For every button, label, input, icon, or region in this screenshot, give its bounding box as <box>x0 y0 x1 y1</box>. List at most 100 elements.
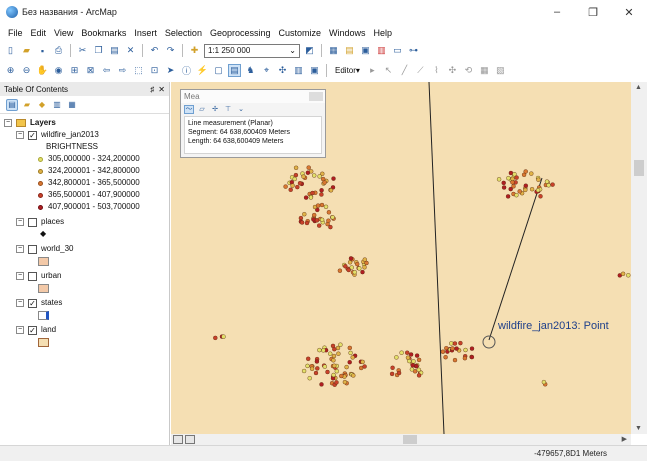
open-folder-icon[interactable]: ▰ <box>20 44 33 57</box>
layer-visibility-checkbox[interactable]: ✓ <box>28 130 37 140</box>
fire-point[interactable] <box>351 373 356 378</box>
fire-point[interactable] <box>213 335 218 341</box>
fire-point[interactable] <box>319 192 324 197</box>
fire-point[interactable] <box>304 220 310 226</box>
scroll-right-arrow-icon[interactable]: ▶ <box>622 435 627 443</box>
fire-point[interactable] <box>347 360 352 365</box>
fire-point[interactable] <box>546 183 551 188</box>
fire-point[interactable] <box>315 366 320 371</box>
fire-point[interactable] <box>319 217 325 223</box>
zoom-in-icon[interactable]: ⊕ <box>4 64 17 77</box>
fire-point[interactable] <box>311 217 316 222</box>
fire-point[interactable] <box>305 356 311 361</box>
attributes-icon[interactable]: ▦ <box>478 64 491 77</box>
fire-point[interactable] <box>529 186 535 192</box>
fire-point[interactable] <box>523 169 528 174</box>
fire-point[interactable] <box>462 356 468 361</box>
horizontal-scroll-thumb[interactable] <box>403 435 417 444</box>
fire-point[interactable] <box>334 369 340 374</box>
wildfire-points[interactable] <box>213 165 631 387</box>
fire-point[interactable] <box>348 350 353 356</box>
fire-point[interactable] <box>514 175 519 180</box>
fire-point[interactable] <box>458 340 463 346</box>
pin-icon[interactable]: ♯ <box>150 85 154 94</box>
scroll-down-arrow-icon[interactable]: ▼ <box>635 425 642 432</box>
fire-point[interactable] <box>414 363 419 369</box>
fire-point[interactable] <box>321 348 326 353</box>
fire-point[interactable] <box>306 165 311 170</box>
fire-point[interactable] <box>305 170 311 175</box>
fire-point[interactable] <box>360 359 365 365</box>
fire-point[interactable] <box>328 224 333 230</box>
fire-point[interactable] <box>396 370 402 376</box>
create-viewer-icon[interactable]: ▣ <box>308 64 321 77</box>
fire-point[interactable] <box>311 212 317 218</box>
fire-point[interactable] <box>463 347 468 353</box>
new-document-icon[interactable]: ▯ <box>4 44 17 57</box>
fire-point[interactable] <box>293 165 299 171</box>
layer-visibility-checkbox[interactable] <box>28 271 37 281</box>
fire-point[interactable] <box>541 379 547 385</box>
fire-point[interactable] <box>316 223 322 228</box>
python-window-icon[interactable]: ▭ <box>391 44 404 57</box>
fire-point[interactable] <box>290 183 295 188</box>
fire-point[interactable] <box>292 176 297 182</box>
fire-point[interactable] <box>334 380 339 385</box>
fire-point[interactable] <box>394 355 399 360</box>
fire-point[interactable] <box>357 266 362 271</box>
measure-area-icon[interactable]: ▱ <box>197 105 207 114</box>
fire-point[interactable] <box>338 342 343 347</box>
fire-point[interactable] <box>328 188 334 193</box>
data-view-icon[interactable] <box>173 435 183 444</box>
layer-wildfire[interactable]: − ✓ wildfire_jan2013 <box>4 129 165 141</box>
fire-point[interactable] <box>496 177 502 182</box>
paste-icon[interactable]: ▤ <box>108 44 121 57</box>
layer-urban[interactable]: − urban <box>4 270 165 282</box>
fire-point[interactable] <box>538 194 543 199</box>
fire-point[interactable] <box>505 194 511 199</box>
trace-icon[interactable]: ⌇ <box>430 64 443 77</box>
layer-world-30[interactable]: − world_30 <box>4 243 165 255</box>
choose-units-icon[interactable]: ⌄ <box>236 105 246 114</box>
list-by-drawing-order-icon[interactable]: ▤ <box>6 98 18 111</box>
collapse-icon[interactable]: − <box>16 245 24 253</box>
time-slider-icon[interactable]: ▥ <box>292 64 305 77</box>
fire-point[interactable] <box>303 195 309 200</box>
fire-point[interactable] <box>404 350 410 355</box>
fire-point[interactable] <box>302 211 307 217</box>
menu-bookmarks[interactable]: Bookmarks <box>77 28 130 38</box>
fire-point[interactable] <box>301 174 306 179</box>
collapse-icon[interactable]: − <box>4 119 12 127</box>
fire-point[interactable] <box>550 182 555 187</box>
measure-line-icon[interactable]: 〜 <box>184 104 194 114</box>
layer-visibility-checkbox[interactable]: ✓ <box>28 298 37 308</box>
fire-point[interactable] <box>307 376 312 381</box>
find-route-icon[interactable]: ⌖ <box>260 64 273 77</box>
fire-point[interactable] <box>362 265 367 270</box>
layer-states[interactable]: − ✓ states <box>4 297 165 309</box>
fire-point[interactable] <box>626 273 631 278</box>
editor-toolbar-icon[interactable]: ◩ <box>303 44 316 57</box>
class-row[interactable]: 365,500001 - 407,900000 <box>4 189 165 201</box>
collapse-icon[interactable]: − <box>16 131 24 139</box>
fire-point[interactable] <box>416 357 422 363</box>
fire-point[interactable] <box>411 359 416 364</box>
html-popup-icon[interactable]: ▢ <box>212 64 225 77</box>
arctoolbox-icon[interactable]: ▥ <box>375 44 388 57</box>
back-extent-icon[interactable]: ⇦ <box>100 64 113 77</box>
fire-point[interactable] <box>323 204 329 210</box>
fire-point[interactable] <box>529 171 534 176</box>
maximize-button[interactable]: ❐ <box>575 0 611 24</box>
fire-point[interactable] <box>283 184 288 189</box>
copy-icon[interactable]: ❐ <box>92 44 105 57</box>
editor-menu-button[interactable]: Editor▾ <box>332 66 363 75</box>
full-extent-icon[interactable]: ◉ <box>52 64 65 77</box>
collapse-icon[interactable]: − <box>16 299 24 307</box>
class-row[interactable]: 324,200001 - 342,800000 <box>4 165 165 177</box>
fire-point[interactable] <box>317 347 322 353</box>
fire-point[interactable] <box>293 172 299 178</box>
rotate-tool-icon[interactable]: ⟲ <box>462 64 475 77</box>
sketch-properties-icon[interactable]: ▧ <box>494 64 507 77</box>
menu-insert[interactable]: Insert <box>130 28 161 38</box>
fire-point[interactable] <box>309 366 315 371</box>
